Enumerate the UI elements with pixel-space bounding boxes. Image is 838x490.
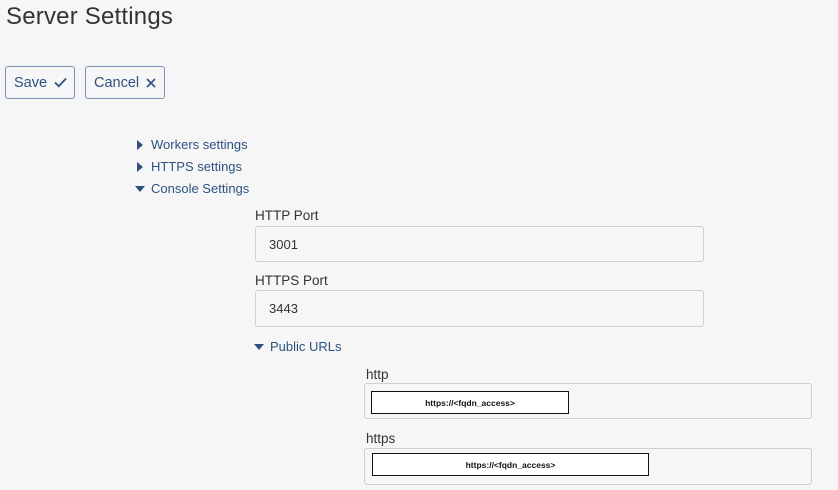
close-icon [146,77,156,88]
section-public-urls[interactable]: Public URLs [254,339,342,354]
server-settings-page: Server Settings Save Cancel Workers sett… [0,0,838,490]
section-console-settings[interactable]: Console Settings [135,181,249,196]
http-port-value: 3001 [269,236,298,252]
section-https-settings[interactable]: HTTPS settings [135,159,242,174]
public-url-http-field[interactable]: https://<fqdn_access> [364,383,812,419]
public-url-http-value[interactable]: https://<fqdn_access> [371,391,569,414]
caret-down-icon [135,185,145,192]
save-button-label: Save [14,74,48,91]
caret-down-icon [254,343,264,350]
public-url-https-value[interactable]: https://<fqdn_access> [372,453,649,476]
public-url-https-field[interactable]: https://<fqdn_access> [364,448,812,485]
https-port-label: HTTPS Port [255,273,328,288]
checkmark-icon [54,77,67,88]
http-port-input[interactable]: 3001 [255,226,704,262]
cancel-button[interactable]: Cancel [85,66,165,99]
section-label: Console Settings [151,181,250,196]
section-label: Workers settings [151,137,248,152]
public-url-http-label: http [366,367,389,382]
http-port-label: HTTP Port [255,208,319,223]
section-label: HTTPS settings [151,159,243,174]
caret-right-icon [135,161,145,172]
https-port-input[interactable]: 3443 [255,290,704,327]
section-workers-settings[interactable]: Workers settings [135,137,248,152]
page-title: Server Settings [6,3,174,30]
public-url-https-label: https [366,431,396,446]
save-button[interactable]: Save [5,66,75,99]
cancel-button-label: Cancel [94,74,140,91]
section-label: Public URLs [270,339,342,354]
caret-right-icon [135,139,145,150]
https-port-value: 3443 [269,301,298,316]
